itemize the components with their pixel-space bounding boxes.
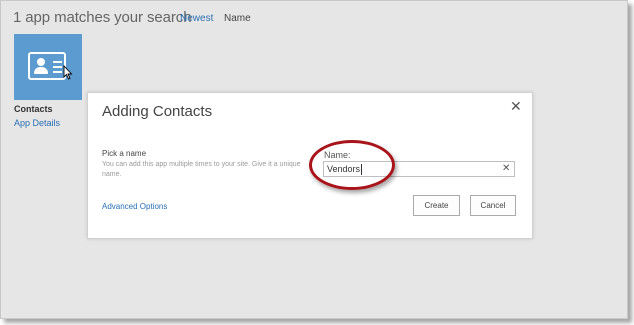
- advanced-options-link[interactable]: Advanced Options: [102, 202, 167, 211]
- card-line: [53, 71, 62, 73]
- create-button[interactable]: Create: [413, 195, 460, 216]
- app-details-link[interactable]: App Details: [14, 118, 60, 128]
- pick-name-help: You can add this app multiple times to y…: [102, 161, 301, 178]
- close-icon[interactable]: ✕: [510, 99, 522, 113]
- sort-name-link[interactable]: Name: [224, 13, 251, 24]
- annotation-highlight-ellipse: [309, 140, 395, 190]
- cancel-button[interactable]: Cancel: [470, 195, 516, 216]
- sort-newest-link[interactable]: Newest: [180, 13, 213, 24]
- pick-name-label: Pick a name: [102, 149, 147, 158]
- adding-app-dialog: Adding Contacts ✕ Pick a name You can ad…: [87, 92, 533, 239]
- results-heading: 1 app matches your search: [13, 9, 192, 26]
- contact-card-icon: [28, 52, 66, 80]
- mouse-pointer-icon: [63, 65, 73, 80]
- card-line: [53, 61, 62, 63]
- contacts-app-tile[interactable]: [14, 34, 82, 100]
- app-store-page: 1 app matches your search Newest Name Co…: [0, 0, 628, 319]
- contact-head: [37, 58, 45, 66]
- app-name: Contacts: [14, 104, 53, 114]
- card-line: [53, 66, 62, 68]
- contact-body: [34, 67, 48, 74]
- clear-icon[interactable]: ✕: [502, 163, 510, 175]
- dialog-title: Adding Contacts: [102, 103, 213, 120]
